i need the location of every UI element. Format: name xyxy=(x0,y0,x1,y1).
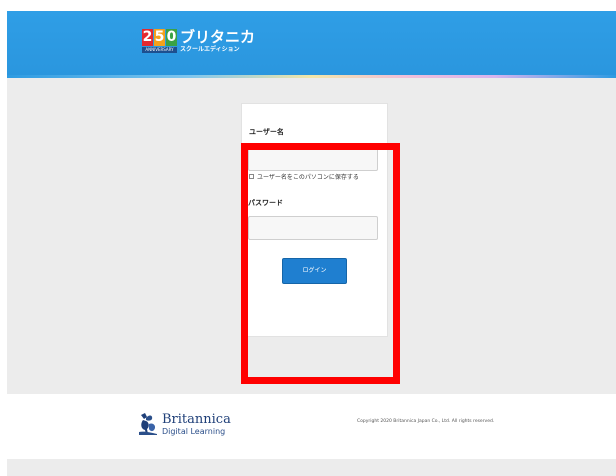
logo-edition: スクールエディション xyxy=(180,46,240,53)
copyright-text: Copyright 2020 Britannica Japan Co., Ltd… xyxy=(357,419,495,424)
britannica-footer-logo[interactable]: Britannica Digital Learning xyxy=(137,412,231,436)
username-label: ユーザー名 xyxy=(249,128,284,136)
highlight-box xyxy=(241,143,400,384)
logo-title: ブリタニカ xyxy=(180,28,256,46)
logo-digit: 5 xyxy=(154,29,165,46)
britannica-school-logo[interactable]: 2 5 0 ANNIVERSARY ブリタニカ スクールエディション xyxy=(142,29,255,59)
logo-digit: 2 xyxy=(142,29,153,46)
site-header xyxy=(7,11,616,77)
bottom-bar xyxy=(7,459,616,476)
brand-subtitle: Digital Learning xyxy=(162,426,226,436)
anniversary-badge: 2 5 0 ANNIVERSARY xyxy=(142,29,177,53)
logo-tagline: ANNIVERSARY xyxy=(142,47,177,53)
logo-digit: 0 xyxy=(166,29,177,46)
brand-name: Britannica xyxy=(162,411,231,427)
thistle-icon xyxy=(139,413,157,435)
